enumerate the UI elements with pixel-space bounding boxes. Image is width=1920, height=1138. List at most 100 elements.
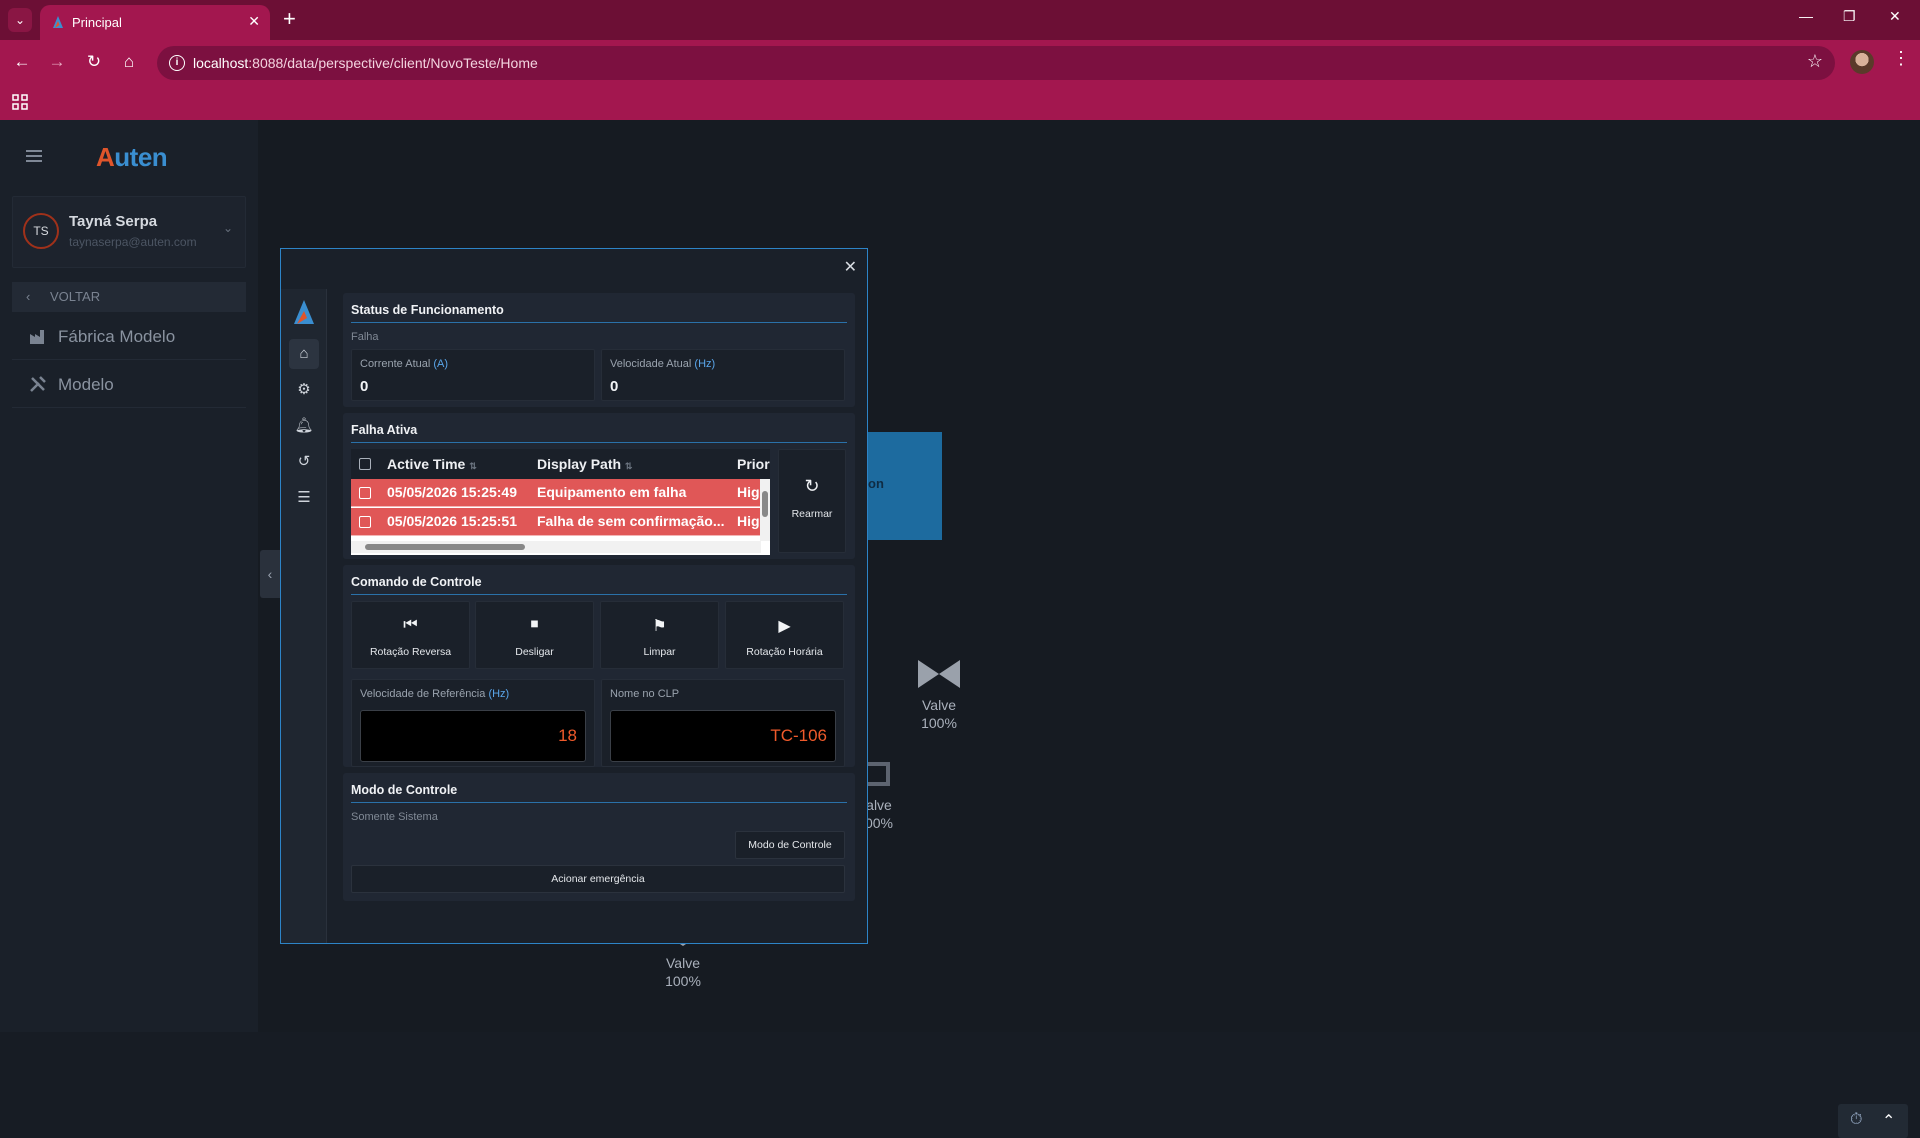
status-panel: Status de Funcionamento Falha Corrente A… <box>343 293 855 407</box>
tab-search-button[interactable]: ⌄ <box>8 8 32 32</box>
gears-icon[interactable]: ⚙ <box>289 375 319 405</box>
apps-grid-icon[interactable] <box>12 94 28 110</box>
forward-arrow-icon[interactable]: → <box>45 50 69 74</box>
alarm-time: 05/05/2026 15:25:49 <box>387 484 517 500</box>
tools-icon <box>30 376 46 392</box>
restore-icon[interactable]: ❐ <box>1843 8 1856 25</box>
select-all-checkbox[interactable] <box>359 458 371 470</box>
current-label: Corrente Atual <box>360 358 431 370</box>
motor-popup: ✕ ⌂ ⚙ 🔔︎ ↺ ☰ Status de Funcionamento Fal… <box>280 248 868 944</box>
plc-name-field: Nome no CLP TC-106 <box>601 679 845 767</box>
browser-menu-icon[interactable]: ⋮ <box>1892 48 1910 69</box>
horizontal-scrollbar[interactable] <box>351 541 761 553</box>
ref-speed-input[interactable]: 18 <box>360 710 586 762</box>
alarm-priority: Hig <box>737 484 760 500</box>
row-checkbox[interactable] <box>359 487 371 499</box>
canvas-box[interactable]: on <box>868 432 942 540</box>
profile-avatar[interactable] <box>1850 50 1874 74</box>
column-active-time[interactable]: Active Time ⇅ <box>387 456 477 472</box>
panel-title: Modo de Controle <box>351 783 458 797</box>
window-close-icon[interactable]: ✕ <box>1889 8 1901 25</box>
play-icon: ▶ <box>778 618 791 635</box>
plc-name-input[interactable]: TC-106 <box>610 710 836 762</box>
sidebar-item-modelo[interactable]: Modelo <box>12 362 246 408</box>
back-button[interactable]: ‹ VOLTAR <box>12 282 246 312</box>
site-info-icon[interactable]: i <box>169 55 185 71</box>
popup-nav-rail: ⌂ ⚙ 🔔︎ ↺ ☰ <box>281 289 327 943</box>
app-logo: Auten <box>96 142 168 172</box>
panel-title: Comando de Controle <box>351 575 482 589</box>
speed-value: 0 <box>610 378 619 395</box>
current-value: 0 <box>360 378 369 395</box>
speed-label: Velocidade Atual <box>610 358 692 370</box>
table-row[interactable]: 05/05/2026 15:25:51 Falha de sem confirm… <box>351 508 761 536</box>
status-state: Falha <box>351 331 379 343</box>
new-tab-button[interactable]: + <box>283 8 296 30</box>
address-bar[interactable]: i localhost:8088/data/perspective/client… <box>157 46 1835 80</box>
sidebar-item-fabrica-modelo[interactable]: Fábrica Modelo <box>12 314 246 360</box>
history-icon[interactable]: ↺ <box>289 447 319 477</box>
reference-speed-field: Velocidade de Referência (Hz) 18 <box>351 679 595 767</box>
clean-button[interactable]: ⚑ Limpar <box>600 601 719 669</box>
sidebar: Auten TS Tayná Serpa taynaserpa@auten.co… <box>0 120 258 1032</box>
rearm-button[interactable]: ↻ Rearmar <box>778 449 846 553</box>
reverse-rotation-button[interactable]: ⏮ Rotação Reversa <box>351 601 470 669</box>
control-command-panel: Comando de Controle ⏮ Rotação Reversa ⏹ … <box>343 565 855 767</box>
sidebar-item-label: Fábrica Modelo <box>58 327 176 346</box>
broom-icon: ⚑ <box>652 618 667 635</box>
sidebar-collapse-handle[interactable]: ‹ <box>260 550 280 598</box>
bookmark-star-icon[interactable]: ☆ <box>1807 51 1823 72</box>
minimize-icon[interactable]: — <box>1799 8 1813 24</box>
tab-close-icon[interactable]: ✕ <box>248 13 260 30</box>
column-display-path[interactable]: Display Path ⇅ <box>537 456 632 472</box>
list-icon[interactable]: ☰ <box>289 483 319 513</box>
alarm-table-header: Active Time ⇅ Display Path ⇅ Prior <box>351 449 770 479</box>
timer-icon[interactable]: ⏱ <box>1850 1111 1862 1129</box>
row-checkbox[interactable] <box>359 516 371 528</box>
tab-title: Principal <box>72 15 122 30</box>
address-url[interactable]: localhost:8088/data/perspective/client/N… <box>193 55 538 71</box>
auten-logo-icon <box>294 300 314 324</box>
home-icon[interactable]: ⌂ <box>289 339 319 369</box>
avatar: TS <box>23 213 59 249</box>
user-email: taynaserpa@auten.com <box>69 235 197 249</box>
bookmarks-bar <box>0 86 1920 120</box>
skip-back-icon: ⏮ <box>403 616 418 633</box>
current-unit: (A) <box>433 358 449 370</box>
valve-icon <box>918 660 960 688</box>
back-arrow-icon[interactable]: ← <box>10 50 34 74</box>
table-row[interactable]: 05/05/2026 15:25:49 Equipamento em falha… <box>351 479 761 507</box>
chevron-down-icon[interactable]: ⌄ <box>223 221 233 235</box>
clockwise-rotation-button[interactable]: ▶ Rotação Horária <box>725 601 844 669</box>
mode-state: Somente Sistema <box>351 811 438 823</box>
control-mode-panel: Modo de Controle Somente Sistema Modo de… <box>343 773 855 901</box>
chevron-left-icon: ‹ <box>26 289 31 304</box>
home-icon[interactable]: ⌂ <box>117 50 141 74</box>
sidebar-item-label: Modelo <box>58 375 114 394</box>
column-priority[interactable]: Prior <box>737 456 770 472</box>
reload-icon[interactable]: ↻ <box>82 50 106 74</box>
valve-1[interactable]: Valve 100% <box>918 660 960 732</box>
alarm-bell-icon[interactable]: 🔔︎ <box>289 411 319 441</box>
app-root: Auten TS Tayná Serpa taynaserpa@auten.co… <box>0 120 1920 1138</box>
browser-tab[interactable]: Principal ✕ <box>40 5 270 40</box>
vertical-scrollbar[interactable] <box>760 479 770 541</box>
control-mode-button[interactable]: Modo de Controle <box>735 831 845 859</box>
alarm-table: Active Time ⇅ Display Path ⇅ Prior 05/05… <box>351 449 770 555</box>
favicon-icon <box>53 16 63 28</box>
emergency-button[interactable]: Acionar emergência <box>351 865 845 893</box>
chevron-up-icon[interactable]: ⌃ <box>1882 1111 1895 1131</box>
hamburger-menu-icon[interactable] <box>26 150 42 162</box>
corner-controls: ⏱ ⌃ <box>1838 1104 1908 1138</box>
close-icon[interactable]: ✕ <box>844 257 857 277</box>
stop-button[interactable]: ⏹ Desligar <box>475 601 594 669</box>
factory-icon <box>30 330 44 344</box>
browser-chrome: ⌄ Principal ✕ + — ❐ ✕ ← → ↻ ⌂ i localhos… <box>0 0 1920 120</box>
user-card[interactable]: TS Tayná Serpa taynaserpa@auten.com ⌄ <box>12 196 246 268</box>
panel-title: Status de Funcionamento <box>351 303 504 317</box>
user-name: Tayná Serpa <box>69 213 158 230</box>
speed-card: Velocidade Atual (Hz) 0 <box>601 349 845 401</box>
active-alarms-panel: Falha Ativa Active Time ⇅ Display Path ⇅… <box>343 413 855 559</box>
back-label: VOLTAR <box>50 289 101 304</box>
rearm-label: Rearmar <box>791 508 833 520</box>
